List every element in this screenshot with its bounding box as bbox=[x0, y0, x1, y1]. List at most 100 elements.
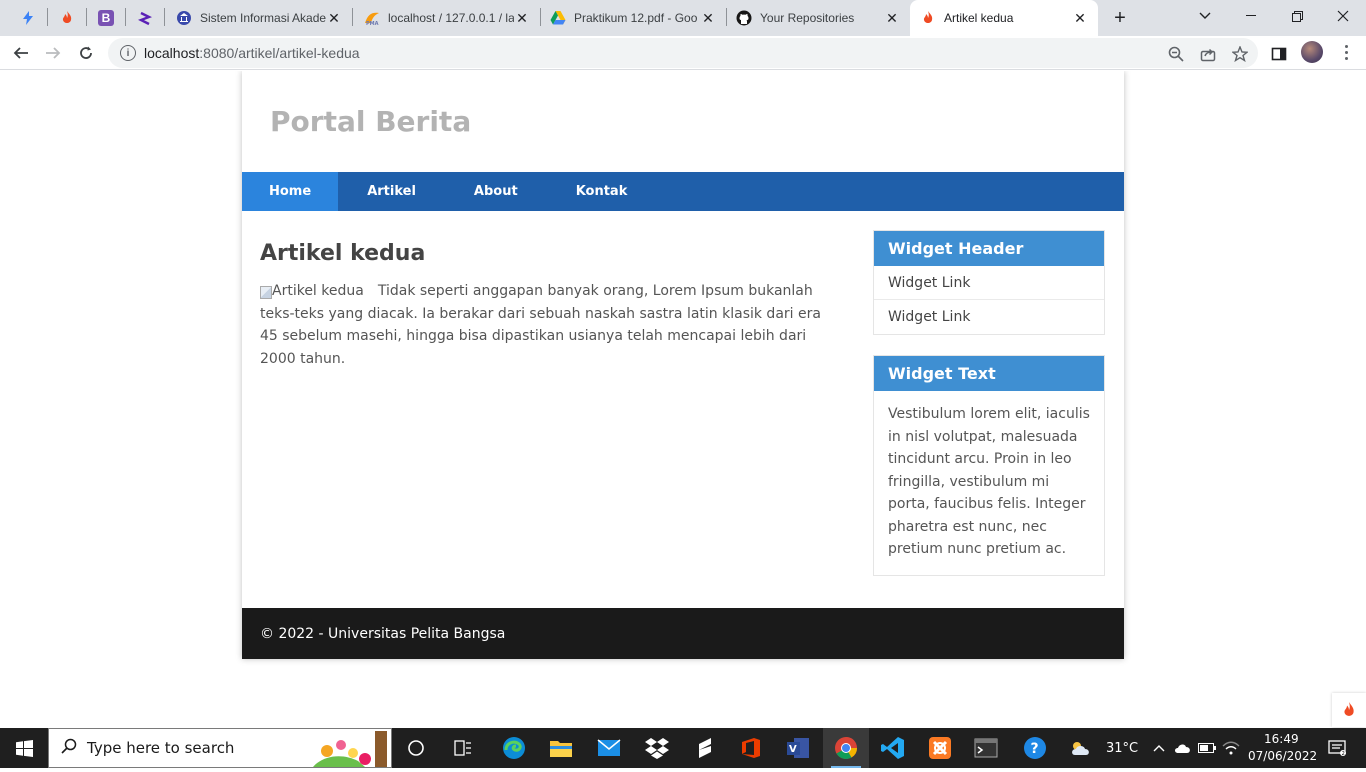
dropbox-icon[interactable] bbox=[634, 728, 680, 768]
widget-links: Widget Header Widget Link Widget Link bbox=[873, 230, 1105, 335]
nav-kontak[interactable]: Kontak bbox=[547, 172, 657, 211]
tab-title: Artikel kedua bbox=[944, 11, 1014, 25]
temperature[interactable]: 31°C bbox=[1106, 741, 1138, 756]
windows-start-icon[interactable] bbox=[0, 728, 48, 768]
tab-phpmyadmin[interactable]: PMA localhost / 127.0.0.1 / la ✕ bbox=[354, 0, 540, 36]
close-icon[interactable]: ✕ bbox=[514, 10, 530, 26]
codeigniter-debug-icon[interactable] bbox=[1332, 693, 1366, 727]
notification-icon[interactable]: 2 bbox=[1320, 728, 1354, 768]
edge-icon[interactable] bbox=[491, 728, 537, 768]
onedrive-icon[interactable] bbox=[1172, 728, 1194, 768]
widget-header: Widget Header bbox=[874, 231, 1104, 266]
search-placeholder: Type here to search bbox=[87, 739, 235, 757]
close-icon[interactable]: ✕ bbox=[1072, 10, 1088, 26]
tab-github[interactable]: Your Repositories ✕ bbox=[726, 0, 910, 36]
site-info-icon[interactable]: i bbox=[120, 45, 136, 61]
url-path: :8080/artikel/artikel-kedua bbox=[199, 45, 360, 61]
side-panel-icon[interactable] bbox=[1270, 45, 1288, 63]
address-bar[interactable]: i localhost:8080/artikel/artikel-kedua bbox=[108, 38, 1258, 68]
clock-date[interactable]: 07/06/2022 bbox=[1248, 749, 1317, 763]
office-icon[interactable] bbox=[728, 728, 774, 768]
main-nav: Home Artikel About Kontak bbox=[242, 172, 1124, 211]
codeigniter-icon bbox=[920, 10, 936, 26]
mail-icon[interactable] bbox=[586, 728, 632, 768]
site-container: Portal Berita Home Artikel About Kontak … bbox=[242, 71, 1124, 659]
svg-text:PMA: PMA bbox=[366, 21, 379, 26]
windows-taskbar: Type here to search V ? 31°C 16:49 07/06… bbox=[0, 728, 1366, 768]
widgets-icon[interactable] bbox=[440, 728, 486, 768]
tab-title: Praktikum 12.pdf - Goo bbox=[574, 11, 698, 25]
pinned-tab-codeigniter-icon[interactable] bbox=[49, 6, 85, 30]
tray-chevron-up-icon[interactable] bbox=[1148, 728, 1170, 768]
battery-icon[interactable] bbox=[1196, 728, 1218, 768]
footer-text: © 2022 - Universitas Pelita Bangsa bbox=[260, 625, 506, 642]
tab-search-chevron-icon[interactable] bbox=[1182, 0, 1228, 32]
taskbar-search-input[interactable]: Type here to search bbox=[48, 728, 392, 768]
profile-avatar[interactable] bbox=[1301, 41, 1323, 63]
tab-google-drive[interactable]: Praktikum 12.pdf - Goo ✕ bbox=[540, 0, 726, 36]
weather-cloud-icon[interactable] bbox=[1064, 728, 1098, 768]
sidebar: Widget Header Widget Link Widget Link Wi… bbox=[873, 230, 1105, 596]
pinned-tab-stripe-icon[interactable] bbox=[127, 6, 163, 30]
clock-time[interactable]: 16:49 bbox=[1264, 732, 1299, 746]
close-icon[interactable]: ✕ bbox=[700, 10, 716, 26]
file-explorer-icon[interactable] bbox=[538, 728, 584, 768]
site-header: Portal Berita bbox=[242, 71, 1124, 172]
article-body: Artikel kedua Tidak seperti anggapan bany… bbox=[260, 280, 832, 370]
restore-button[interactable] bbox=[1274, 0, 1320, 32]
wifi-icon[interactable] bbox=[1220, 728, 1242, 768]
reload-icon[interactable] bbox=[73, 40, 99, 66]
page-viewport: Portal Berita Home Artikel About Kontak … bbox=[0, 71, 1366, 728]
zoom-icon[interactable] bbox=[1167, 45, 1185, 63]
site-title: Portal Berita bbox=[270, 105, 472, 138]
vscode-icon[interactable] bbox=[870, 728, 916, 768]
task-view-icon[interactable] bbox=[393, 728, 439, 768]
close-window-button[interactable] bbox=[1320, 0, 1366, 32]
close-icon[interactable]: ✕ bbox=[326, 10, 342, 26]
widget-header: Widget Text bbox=[874, 356, 1104, 391]
pinned-tab-bootstrap-icon[interactable]: B bbox=[88, 6, 124, 30]
visio-icon[interactable]: V bbox=[775, 728, 821, 768]
minimize-button[interactable] bbox=[1228, 0, 1274, 32]
svg-text:?: ? bbox=[1031, 741, 1039, 757]
widget-link[interactable]: Widget Link bbox=[874, 266, 1104, 300]
close-icon[interactable]: ✕ bbox=[884, 10, 900, 26]
xampp-icon[interactable] bbox=[917, 728, 963, 768]
nav-artikel[interactable]: Artikel bbox=[338, 172, 445, 211]
search-highlight-illustration-icon bbox=[313, 731, 389, 767]
broken-image-alt: Artikel kedua bbox=[260, 283, 364, 299]
url-host: localhost bbox=[144, 45, 200, 61]
svg-text:2: 2 bbox=[1342, 751, 1345, 756]
nav-home[interactable]: Home bbox=[242, 172, 339, 211]
sublime-icon[interactable] bbox=[682, 728, 728, 768]
url-text[interactable]: localhost:8080/artikel/artikel-kedua bbox=[144, 45, 360, 61]
back-arrow-icon[interactable] bbox=[8, 40, 34, 66]
new-tab-button[interactable]: + bbox=[1108, 6, 1132, 30]
phpmyadmin-icon: PMA bbox=[364, 10, 380, 26]
google-drive-icon bbox=[550, 10, 566, 26]
tab-title: localhost / 127.0.0.1 / la bbox=[388, 11, 514, 25]
tab-title: Your Repositories bbox=[760, 11, 855, 25]
share-icon[interactable] bbox=[1199, 45, 1217, 63]
help-icon[interactable]: ? bbox=[1012, 728, 1058, 768]
tab-title: Sistem Informasi Akade bbox=[200, 11, 326, 25]
university-icon bbox=[176, 10, 192, 26]
tab-siakad[interactable]: Sistem Informasi Akade ✕ bbox=[166, 0, 352, 36]
nav-about[interactable]: About bbox=[445, 172, 547, 211]
svg-text:V: V bbox=[789, 744, 797, 755]
widget-text: Widget Text Vestibulum lorem elit, iacul… bbox=[873, 355, 1105, 576]
forward-arrow-icon[interactable] bbox=[40, 40, 66, 66]
search-icon bbox=[61, 738, 77, 759]
widget-link[interactable]: Widget Link bbox=[874, 300, 1104, 334]
site-footer: © 2022 - Universitas Pelita Bangsa bbox=[242, 608, 1124, 659]
tab-artikel-kedua[interactable]: Artikel kedua ✕ bbox=[910, 0, 1098, 36]
chrome-icon[interactable] bbox=[823, 728, 869, 768]
terminal-icon[interactable] bbox=[963, 728, 1009, 768]
pinned-tab-lightning-icon[interactable] bbox=[10, 6, 46, 30]
widget-text-body: Vestibulum lorem elit, iaculis in nisl v… bbox=[888, 406, 1090, 557]
bookmark-star-icon[interactable] bbox=[1231, 45, 1249, 63]
browser-menu-icon[interactable] bbox=[1336, 40, 1356, 64]
browser-tabstrip: B Sistem Informasi Akade ✕ PMA localhost… bbox=[0, 0, 1366, 36]
article-title: Artikel kedua bbox=[260, 241, 426, 266]
browser-toolbar: i localhost:8080/artikel/artikel-kedua bbox=[0, 36, 1366, 70]
